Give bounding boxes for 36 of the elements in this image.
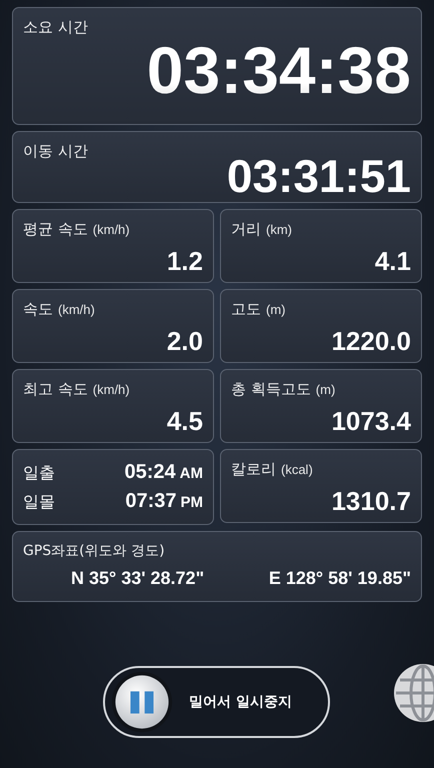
stat-value: 4.1 bbox=[374, 248, 411, 276]
slide-label: 밀어서 일시중지 bbox=[189, 693, 292, 711]
sun-time-label: 일출 bbox=[23, 463, 56, 484]
stat-label: 평균 속도 bbox=[23, 220, 88, 239]
stat-value: 1.2 bbox=[166, 248, 203, 276]
stat-value: 2.0 bbox=[166, 328, 203, 356]
stat-unit: (km/h) bbox=[92, 222, 130, 237]
gps-label: GPS좌표(위도와 경도) bbox=[23, 542, 166, 560]
stat-value: 4.5 bbox=[166, 408, 203, 436]
stat-label: 속도 bbox=[23, 300, 53, 319]
sun-time-value: 05:24 bbox=[124, 461, 176, 484]
sun-time-suffix: AM bbox=[180, 465, 203, 482]
stat-value: 1310.7 bbox=[330, 488, 411, 516]
stat-unit: (m) bbox=[266, 302, 286, 317]
stat-unit: (m) bbox=[316, 382, 336, 397]
stat-label: 총 획득고도 bbox=[231, 380, 311, 399]
stat-label: 거리 bbox=[231, 220, 261, 239]
stat-unit: (km/h) bbox=[58, 302, 95, 317]
sun-time-value: 07:37 bbox=[125, 490, 176, 513]
stat-value: 1220.0 bbox=[330, 328, 411, 356]
sun-time-label: 일몰 bbox=[23, 492, 56, 513]
stat-unit: (km) bbox=[266, 222, 292, 237]
stat-label: 칼로리 bbox=[231, 460, 276, 479]
stat-label: 고도 bbox=[231, 300, 261, 319]
latitude-value: N 35° 33' 28.72" bbox=[71, 568, 204, 589]
stat-unit: (kcal) bbox=[281, 462, 313, 477]
moving-time-label: 이동 시간 bbox=[23, 142, 89, 161]
moving-time-value: 03:31:51 bbox=[226, 153, 411, 199]
slide-to-pause-slider[interactable]: 밀어서 일시중지 bbox=[103, 666, 330, 738]
stat-value: 1073.4 bbox=[330, 408, 411, 436]
stat-unit: (km/h) bbox=[92, 382, 130, 397]
stat-label: 최고 속도 bbox=[23, 380, 88, 399]
pause-icon[interactable] bbox=[111, 671, 173, 733]
longitude-value: E 128° 58' 19.85" bbox=[268, 568, 411, 589]
sun-time-suffix: PM bbox=[180, 494, 203, 511]
elapsed-time-label: 소요 시간 bbox=[23, 18, 89, 37]
